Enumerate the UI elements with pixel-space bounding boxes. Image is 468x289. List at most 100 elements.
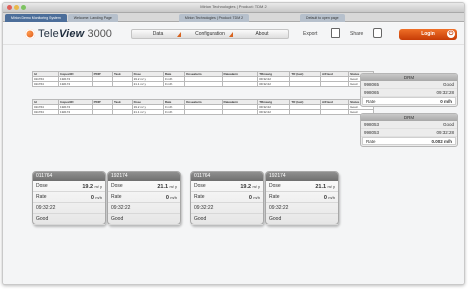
drm-sub-id: 998053: [364, 130, 380, 135]
table-cell: 192174: [58, 109, 93, 115]
drm-rate-value: 0.002 m/h: [431, 139, 452, 144]
nav-about[interactable]: About: [236, 30, 288, 38]
card-rate-row: Rate 0 m/h: [108, 192, 180, 203]
table-cell: 09:32:22: [257, 109, 291, 115]
drm-id-row: 998065 Good: [361, 81, 457, 89]
card-time: 09:32:22: [33, 203, 105, 214]
dropdown-triangle-icon: [177, 32, 181, 37]
card-rate-unit: m/h: [170, 195, 177, 200]
drm-title: DRM: [361, 74, 457, 81]
drm-sub-id: 998065: [364, 90, 380, 95]
card-id: 011764: [191, 172, 263, 181]
drm-rate-row: Rate 0.002 m/h: [362, 137, 456, 145]
card-rate-label: Rate: [36, 194, 47, 200]
card-dose-row: Dose 21.1 m/ y: [108, 181, 180, 192]
card-dose-value: 19.2: [82, 184, 94, 190]
card-rate-unit: m/h: [253, 195, 260, 200]
table-cell: 21.1 m/ y: [131, 81, 164, 87]
dosimeter-card[interactable]: 192174 Dose 21.1 m/ y Rate 0 m/h 09:32:2…: [107, 171, 181, 225]
teleview-logo: TeleView 3000: [25, 28, 112, 40]
table-cell: [221, 81, 259, 87]
card-time: 09:32:22: [108, 203, 180, 214]
drm-panel[interactable]: DRM 998053 Good 998053 09:32:28 Rate 0.0…: [360, 113, 458, 147]
drm-rate-row: Rate 0 m/h: [362, 97, 456, 105]
card-status: Good: [108, 214, 180, 225]
table-cell: [184, 109, 223, 115]
browser-window: Mirion Technologies | Product: TDM 2 Mir…: [2, 2, 465, 285]
browser-tab[interactable]: Default to open page: [300, 14, 345, 22]
table-cell: [91, 109, 114, 115]
card-dose-row: Dose 19.2 m/ y: [191, 181, 263, 192]
drm-rate-label: Rate: [366, 139, 376, 144]
data-table-2: Id InspectID PDIP Task Dose Rate Doseala…: [31, 99, 374, 115]
table-cell: [319, 109, 350, 115]
card-dose-label: Dose: [194, 183, 206, 189]
drm-panel[interactable]: DRM 998065 Good 998065 09:32:28 Rate 0 m…: [360, 73, 458, 107]
drm-rate-label: Rate: [366, 99, 376, 104]
share-icon[interactable]: [373, 28, 382, 38]
dosimeter-card[interactable]: 011764 Dose 19.2 m/ y Rate 0 m/h 09:32:2…: [190, 171, 264, 225]
export-label[interactable]: Export: [303, 31, 317, 37]
table-cell: [289, 81, 321, 87]
nav-about-label: About: [255, 31, 269, 37]
dosimeter-card[interactable]: 192174 Dose 21.1 m/ y Rate 0 m/h 09:32:2…: [265, 171, 339, 225]
card-status: Good: [266, 214, 338, 225]
card-dose-label: Dose: [269, 183, 281, 189]
data-table-1: Id InspectID PDIP Task Dose Rate Doseala…: [31, 71, 374, 87]
card-dose-unit: m/ y: [169, 184, 177, 189]
table-cell: 0 m/h: [162, 81, 186, 87]
card-dose-row: Dose 21.1 m/ y: [266, 181, 338, 192]
card-dose-value: 19.2: [240, 184, 252, 190]
tab-strip: Mirion Demo Monitoring System Welcome: L…: [3, 13, 464, 22]
card-rate-label: Rate: [111, 194, 122, 200]
card-rate-value: 0: [248, 195, 252, 201]
card-rate-row: Rate 0 m/h: [33, 192, 105, 203]
drm-time: 09:32:28: [436, 130, 454, 135]
card-dose-unit: m/ y: [252, 184, 260, 189]
drm-status: Good: [442, 122, 454, 127]
nav-data-label: Data: [152, 31, 164, 37]
main-nav: Data Configuration About: [131, 29, 289, 39]
title-bar: Mirion Technologies | Product: TDM 2: [3, 3, 464, 13]
export-icon[interactable]: [331, 28, 340, 38]
card-id: 192174: [266, 172, 338, 181]
login-button[interactable]: Login ⏻: [399, 29, 457, 40]
table-row[interactable]: 011764 192174 21.1 m/ y 0 m/h 09:32:22 G…: [31, 81, 374, 87]
drm-id: 998053: [364, 122, 380, 127]
nav-configuration[interactable]: Configuration: [184, 30, 236, 38]
drm-status: Good: [442, 82, 454, 87]
card-id: 011764: [33, 172, 105, 181]
card-id: 192174: [108, 172, 180, 181]
table-cell: [91, 81, 114, 87]
share-label[interactable]: Share: [350, 31, 363, 37]
table-cell: 09:32:22: [257, 81, 291, 87]
drm-title: DRM: [361, 114, 457, 121]
table-cell: 011764: [31, 81, 60, 87]
window-title: Mirion Technologies | Product: TDM 2: [200, 4, 267, 9]
card-rate-value: 0: [90, 195, 94, 201]
logo-mark-icon: [25, 29, 35, 39]
card-dose-unit: m/ y: [94, 184, 102, 189]
drm-id: 998065: [364, 82, 380, 87]
card-dose-value: 21.1: [157, 184, 169, 190]
card-dose-unit: m/ y: [327, 184, 335, 189]
login-label: Login: [421, 31, 435, 37]
teleview-app: TeleView 3000 Data Configuration About E…: [3, 23, 464, 284]
table-cell: [184, 81, 223, 87]
card-rate-row: Rate 0 m/h: [266, 192, 338, 203]
nav-data[interactable]: Data: [132, 30, 184, 38]
card-status: Good: [33, 214, 105, 225]
browser-tab[interactable]: Mirion Demo Monitoring System: [5, 14, 67, 22]
dosimeter-card[interactable]: 011764 Dose 19.2 m/ y Rate 0 m/h 09:32:2…: [32, 171, 106, 225]
table-row[interactable]: 011764 192174 21.1 m/ y 0 m/h 09:32:22 G…: [31, 109, 374, 115]
drm-time-row: 998065 09:32:28: [361, 89, 457, 97]
card-rate-label: Rate: [269, 194, 280, 200]
drm-time-row: 998053 09:32:28: [361, 129, 457, 137]
power-icon: ⏻: [447, 30, 455, 38]
card-dose-value: 21.1: [315, 184, 327, 190]
table-cell: [221, 109, 259, 115]
browser-tab[interactable]: Welcome: Landing Page: [67, 14, 118, 22]
brand-bold: View: [58, 28, 85, 40]
table-cell: [289, 109, 321, 115]
browser-tab[interactable]: Mirion Technologies | Product: TDM 2: [178, 14, 250, 22]
